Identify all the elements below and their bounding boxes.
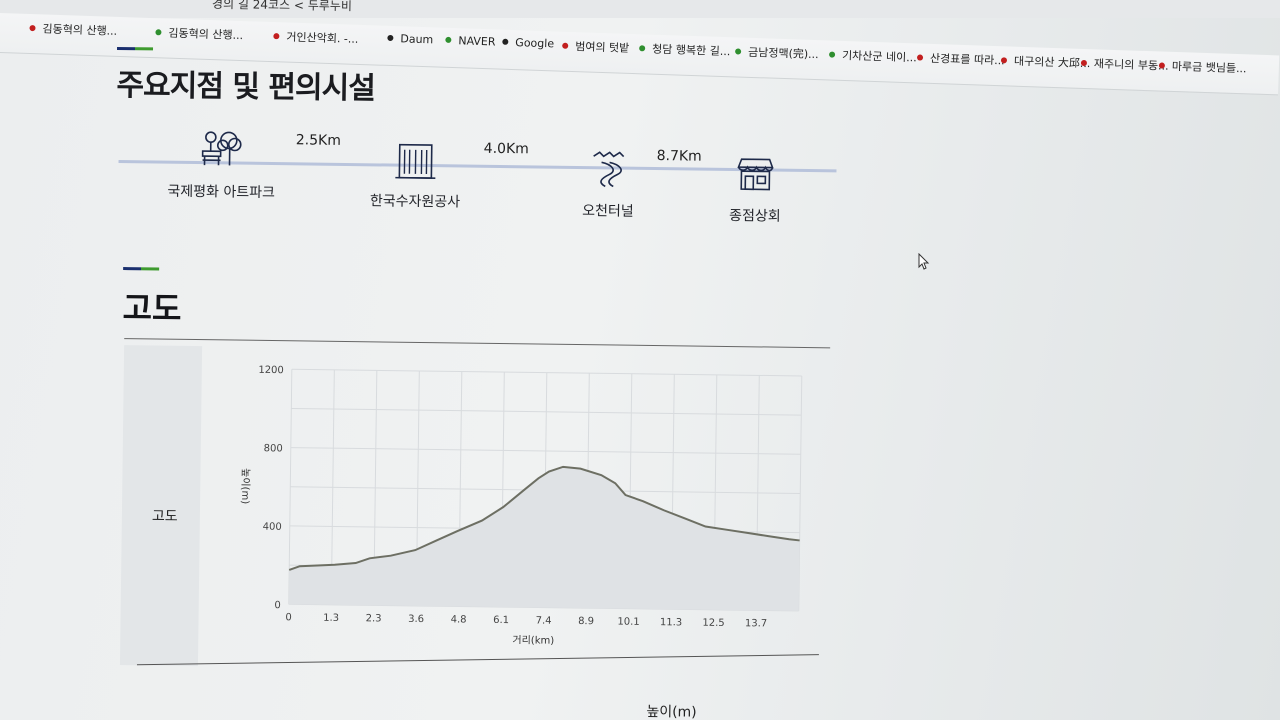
distance-label: 4.0Km [483,140,529,158]
x-tick-label: 6.1 [493,615,509,626]
y-tick-label: 400 [263,522,282,533]
y-tick-label: 800 [264,443,283,454]
store-icon [737,158,774,191]
distance-label: 8.7Km [656,148,702,165]
x-tick-label: 4.8 [451,614,467,625]
trail-page: 주요지점 및 편의시설 국제평화 아트파크 한국수자원공사 오천터널 종점상회 … [0,0,1280,720]
stop-name: 국제평화 아트파크 [167,183,275,202]
mouse-cursor-icon [918,253,930,270]
stop-name: 종점상회 [729,207,781,225]
elevation-area [288,466,800,611]
y-axis-label: 높이(m) [239,468,251,504]
x-tick-label: 11.3 [660,617,682,628]
x-tick-label: 13.7 [745,618,767,629]
x-tick-label: 1.3 [323,613,339,624]
y-tick-label: 1200 [258,365,284,376]
height-label: 높이(m) [646,703,697,720]
stop-name: 한국수자원공사 [369,193,461,211]
distance-label: 2.5Km [295,132,342,149]
section-accent [123,267,160,271]
altitude-side-label: 고도 [151,508,178,525]
browser-screen: 경의 길 24코스 < 두루누비 김동혁의 산행... 김동혁의 산행... 거인산… [0,0,1280,720]
y-tick-label: 0 [274,600,281,611]
x-tick-label: 8.9 [578,616,594,627]
panel-side: 고도 [119,345,203,667]
altitude-chart: 0 400 800 1200 0 1.3 2.3 3.6 4.8 6.1 7.4 8.9 10.1 11.… [239,365,803,647]
altitude-panel: 고도 0 400 800 1200 0 1.3 2.3 3.6 4.8 6.1 7.4 8.9 10.1… [119,345,830,674]
x-axis-label: 거리(km) [512,634,554,647]
x-tick-label: 10.1 [617,617,639,628]
tunnel-road-icon [593,151,625,188]
x-tick-label: 0 [285,612,292,623]
stop-1[interactable]: 국제평화 아트파크 [136,126,307,202]
x-tick-label: 3.6 [408,614,424,625]
altitude-title: 고도 [122,289,182,328]
stop-2[interactable]: 한국수자원공사 [330,138,501,212]
x-tick-label: 7.4 [536,615,552,626]
x-tick-label: 12.5 [702,618,724,629]
section-accent [117,46,154,51]
stop-name: 오천터널 [582,203,634,220]
facilities-title: 주요지점 및 편의시설 [116,67,376,107]
building-icon [395,143,436,179]
x-tick-label: 2.3 [366,613,382,624]
park-icon [201,131,242,166]
